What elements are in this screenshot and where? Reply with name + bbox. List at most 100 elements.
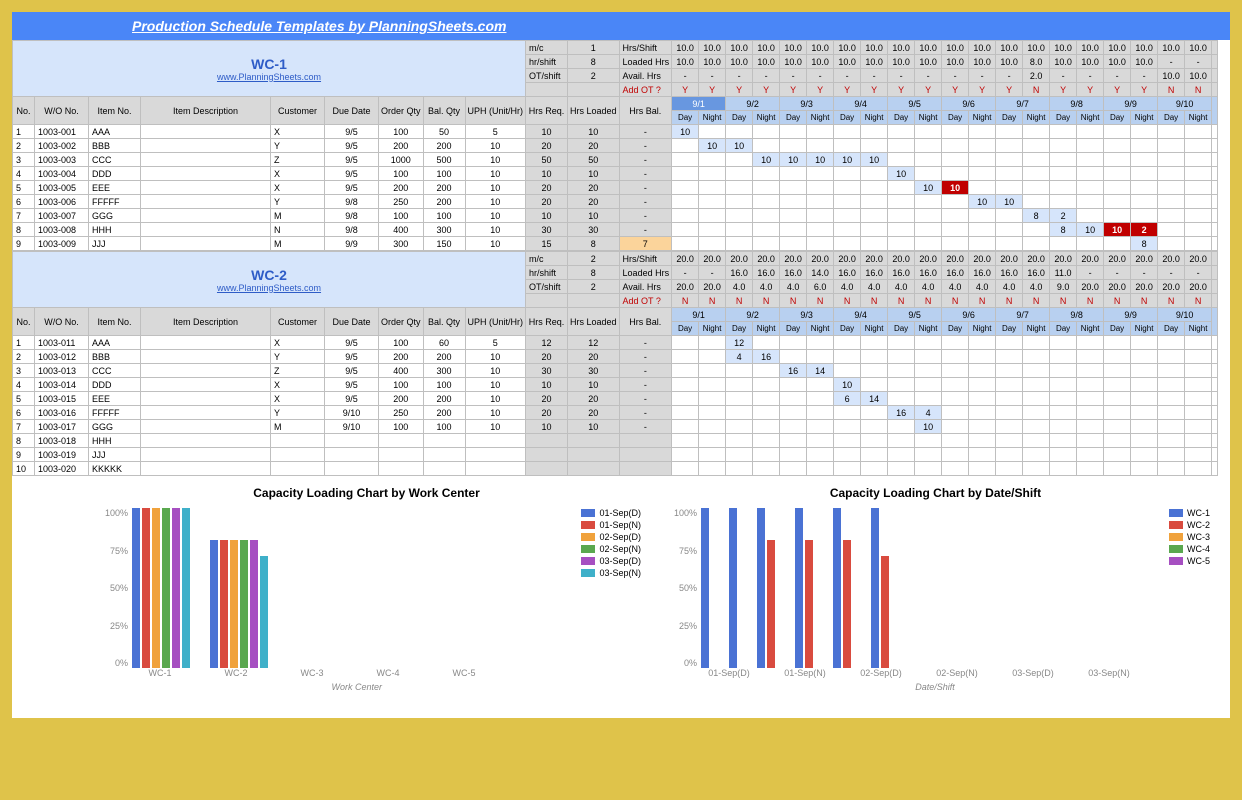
sched-cell[interactable]: 10: [861, 153, 888, 167]
sched-cell[interactable]: [915, 462, 942, 476]
sched-cell[interactable]: [699, 336, 726, 350]
sched-cell[interactable]: [996, 125, 1023, 139]
sched-cell[interactable]: [1050, 448, 1077, 462]
sched-cell[interactable]: [699, 364, 726, 378]
sched-cell[interactable]: [1023, 195, 1050, 209]
item-no[interactable]: CCC: [89, 153, 141, 167]
wo-no[interactable]: 1003-013: [35, 364, 89, 378]
item-desc[interactable]: [141, 420, 271, 434]
sched-cell[interactable]: [699, 237, 726, 251]
uph[interactable]: 10: [465, 195, 526, 209]
sched-cell[interactable]: [1104, 167, 1131, 181]
sched-cell[interactable]: [942, 167, 969, 181]
uph[interactable]: 10: [465, 420, 526, 434]
sched-cell[interactable]: [888, 350, 915, 364]
order-qty[interactable]: 200: [379, 139, 424, 153]
sched-cell[interactable]: [672, 462, 699, 476]
sched-cell[interactable]: [834, 336, 861, 350]
item-desc[interactable]: [141, 125, 271, 139]
sched-cell[interactable]: [942, 139, 969, 153]
order-qty[interactable]: [379, 462, 424, 476]
item-desc[interactable]: [141, 181, 271, 195]
sched-cell[interactable]: [1104, 125, 1131, 139]
sched-cell[interactable]: [888, 181, 915, 195]
sched-cell[interactable]: [1158, 462, 1185, 476]
item-no[interactable]: GGG: [89, 209, 141, 223]
sched-cell[interactable]: [753, 223, 780, 237]
sched-cell[interactable]: [1185, 237, 1212, 251]
sched-cell[interactable]: [996, 378, 1023, 392]
item-desc[interactable]: [141, 350, 271, 364]
sched-cell[interactable]: [780, 237, 807, 251]
order-qty[interactable]: 100: [379, 209, 424, 223]
sched-cell[interactable]: [672, 139, 699, 153]
bal-qty[interactable]: [423, 434, 465, 448]
sched-cell[interactable]: [1023, 153, 1050, 167]
due-date[interactable]: 9/5: [325, 392, 379, 406]
sched-cell[interactable]: [942, 223, 969, 237]
sched-cell[interactable]: [888, 125, 915, 139]
sched-cell[interactable]: [753, 364, 780, 378]
sched-cell[interactable]: [1131, 378, 1158, 392]
sched-cell[interactable]: [1185, 434, 1212, 448]
sched-cell[interactable]: [1023, 420, 1050, 434]
sched-cell[interactable]: [942, 153, 969, 167]
sched-cell[interactable]: [780, 378, 807, 392]
sched-cell[interactable]: [672, 406, 699, 420]
sched-cell[interactable]: [996, 237, 1023, 251]
wo-no[interactable]: 1003-005: [35, 181, 89, 195]
sched-cell[interactable]: [969, 181, 996, 195]
due-date[interactable]: 9/8: [325, 209, 379, 223]
sched-cell[interactable]: [807, 378, 834, 392]
sched-cell[interactable]: [969, 434, 996, 448]
sched-cell[interactable]: [1077, 125, 1104, 139]
uph[interactable]: 10: [465, 350, 526, 364]
wo-no[interactable]: 1003-007: [35, 209, 89, 223]
item-no[interactable]: DDD: [89, 378, 141, 392]
sched-cell[interactable]: [1104, 392, 1131, 406]
sched-cell[interactable]: [996, 392, 1023, 406]
sched-cell[interactable]: [915, 209, 942, 223]
sched-cell[interactable]: [996, 420, 1023, 434]
bal-qty[interactable]: 100: [423, 420, 465, 434]
sched-cell[interactable]: [699, 350, 726, 364]
sched-cell[interactable]: [1023, 434, 1050, 448]
order-qty[interactable]: 400: [379, 364, 424, 378]
sched-cell[interactable]: [1077, 336, 1104, 350]
sched-cell[interactable]: [780, 181, 807, 195]
customer[interactable]: M: [271, 209, 325, 223]
bal-qty[interactable]: 60: [423, 336, 465, 350]
sched-cell[interactable]: [1077, 237, 1104, 251]
sched-cell[interactable]: [834, 462, 861, 476]
sched-cell[interactable]: [753, 448, 780, 462]
sched-cell[interactable]: 16: [753, 350, 780, 364]
item-desc[interactable]: [141, 378, 271, 392]
sched-cell[interactable]: [888, 378, 915, 392]
sched-cell[interactable]: 10: [834, 378, 861, 392]
customer[interactable]: [271, 462, 325, 476]
sched-cell[interactable]: [1050, 364, 1077, 378]
item-no[interactable]: HHH: [89, 434, 141, 448]
sched-cell[interactable]: [807, 223, 834, 237]
sched-cell[interactable]: [996, 181, 1023, 195]
sched-cell[interactable]: [915, 195, 942, 209]
sched-cell[interactable]: [942, 392, 969, 406]
sched-cell[interactable]: [996, 223, 1023, 237]
sched-cell[interactable]: 10: [942, 181, 969, 195]
wo-no[interactable]: 1003-004: [35, 167, 89, 181]
sched-cell[interactable]: [861, 336, 888, 350]
sched-cell[interactable]: [780, 336, 807, 350]
wo-no[interactable]: 1003-012: [35, 350, 89, 364]
wo-no[interactable]: 1003-015: [35, 392, 89, 406]
due-date[interactable]: 9/10: [325, 406, 379, 420]
sched-cell[interactable]: [753, 434, 780, 448]
sched-cell[interactable]: [1023, 364, 1050, 378]
sched-cell[interactable]: [1077, 434, 1104, 448]
item-desc[interactable]: [141, 223, 271, 237]
uph[interactable]: 10: [465, 406, 526, 420]
sched-cell[interactable]: [1185, 406, 1212, 420]
sched-cell[interactable]: [753, 181, 780, 195]
sched-cell[interactable]: [834, 223, 861, 237]
sched-cell[interactable]: [1104, 406, 1131, 420]
sched-cell[interactable]: [861, 462, 888, 476]
